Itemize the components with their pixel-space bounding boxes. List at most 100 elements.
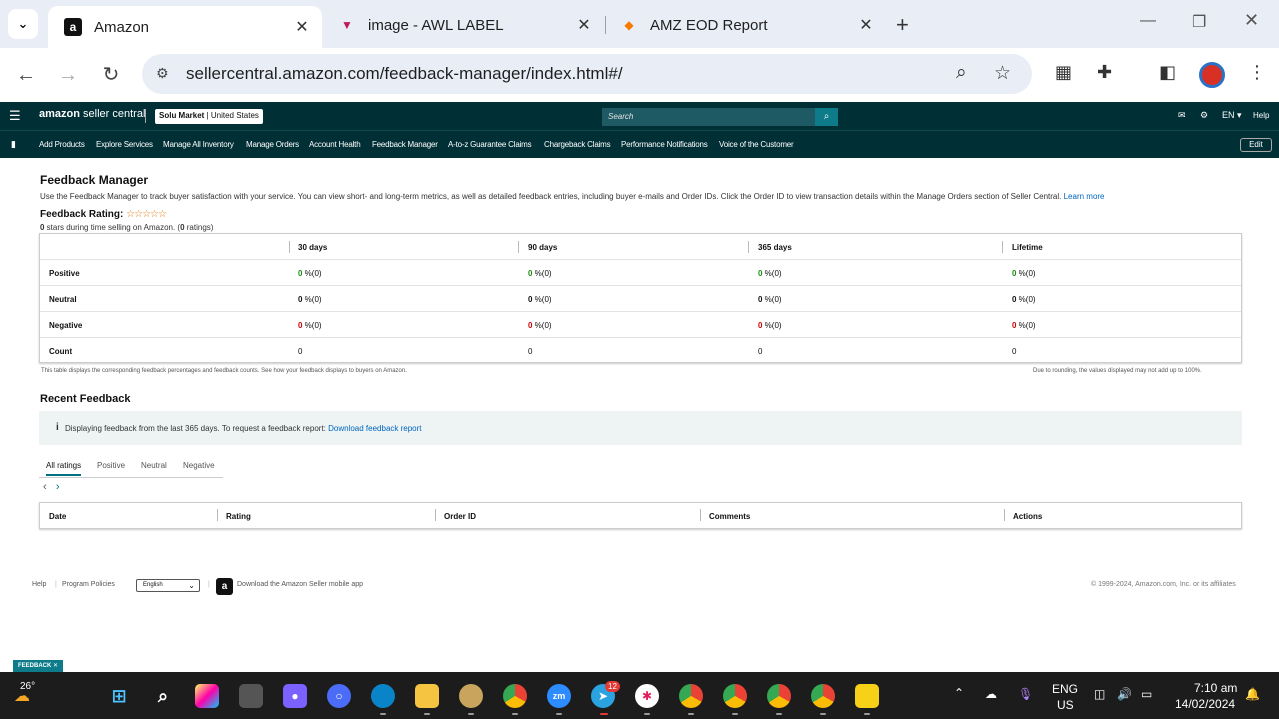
search-icon[interactable]: ⌕	[151, 684, 175, 708]
seller-central-logo[interactable]: amazon seller central	[39, 108, 145, 120]
close-tab-icon[interactable]: ✕	[856, 15, 876, 35]
search-icon[interactable]: ⌕	[815, 108, 838, 126]
task-view-icon[interactable]	[239, 684, 263, 708]
mail-icon[interactable]: ✉	[1178, 110, 1186, 121]
tab-neutral[interactable]: Neutral	[141, 461, 167, 470]
column-header-date[interactable]: Date	[49, 512, 66, 521]
search-input[interactable]: Search	[602, 108, 815, 126]
nav-manage-inventory[interactable]: Manage All Inventory	[163, 140, 234, 149]
tab-amazon[interactable]: a Amazon ✕	[48, 6, 322, 48]
language-indicator[interactable]: ENG	[1052, 682, 1078, 696]
edit-nav-button[interactable]: Edit	[1240, 138, 1272, 152]
tab-positive[interactable]: Positive	[97, 461, 125, 470]
settings-gear-icon[interactable]: ⚙	[1200, 110, 1208, 121]
minimize-icon[interactable]: —	[1140, 12, 1156, 30]
qr-extension-icon[interactable]: ▦	[1055, 62, 1072, 83]
bookmark-star-icon[interactable]: ☆	[994, 62, 1011, 85]
sticky-notes-icon[interactable]	[855, 684, 879, 708]
address-bar[interactable]: ⚙ sellercentral.amazon.com/feedback-mana…	[142, 54, 1032, 94]
clock-date[interactable]: 14/02/2024	[1175, 697, 1235, 711]
bookmark-icon[interactable]: ▮	[11, 139, 16, 150]
column-header-actions[interactable]: Actions	[1013, 512, 1042, 521]
app-icon[interactable]	[459, 684, 483, 708]
chevron-left-icon[interactable]: ‹	[43, 481, 47, 493]
language-region[interactable]: US	[1057, 698, 1074, 712]
column-header-comments[interactable]: Comments	[709, 512, 750, 521]
marketplace-switcher[interactable]: Solu Market | United States	[155, 109, 263, 124]
site-info-icon[interactable]: ⚙	[156, 65, 169, 82]
network-icon[interactable]: ◫	[1094, 687, 1105, 701]
tab-amz-eod-report[interactable]: ◆ AMZ EOD Report ✕	[604, 6, 886, 44]
tab-all-ratings[interactable]: All ratings	[46, 461, 82, 476]
table-cell: 0	[298, 347, 303, 356]
chevron-right-icon[interactable]: ›	[56, 481, 60, 493]
running-indicator	[732, 713, 738, 715]
side-panel-icon[interactable]: ◧	[1159, 62, 1176, 83]
chrome-profile-icon[interactable]	[811, 684, 835, 708]
nav-explore-services[interactable]: Explore Services	[96, 140, 153, 149]
notifications-bell-icon[interactable]: 🔔	[1245, 687, 1260, 701]
help-link[interactable]: Help	[1253, 111, 1269, 120]
download-app-link[interactable]: Download the Amazon Seller mobile app	[237, 581, 363, 588]
slack-icon[interactable]: ✱	[635, 684, 659, 708]
reload-icon[interactable]: ↻	[98, 62, 124, 88]
nav-manage-orders[interactable]: Manage Orders	[246, 140, 299, 149]
column-header-order-id[interactable]: Order ID	[444, 512, 476, 521]
download-report-link[interactable]: Download feedback report	[328, 424, 421, 433]
clock-time[interactable]: 7:10 am	[1194, 681, 1237, 695]
zoom-icon[interactable]: ⌕	[956, 62, 967, 84]
new-tab-icon[interactable]: +	[896, 12, 909, 38]
nav-add-products[interactable]: Add Products	[39, 140, 85, 149]
nav-performance-notifications[interactable]: Performance Notifications	[621, 140, 708, 149]
amazon-app-icon[interactable]: a	[216, 578, 233, 595]
close-window-icon[interactable]: ✕	[1244, 10, 1259, 31]
tab-awl-label[interactable]: ▼ image - AWL LABEL ✕	[322, 6, 604, 44]
profile-avatar[interactable]	[1199, 62, 1225, 88]
nav-chargeback-claims[interactable]: Chargeback Claims	[544, 140, 611, 149]
cell-suffix: %(0)	[302, 295, 322, 304]
volume-icon[interactable]: 🔊	[1117, 687, 1132, 701]
hamburger-menu-icon[interactable]: ☰	[9, 108, 21, 124]
start-windows-icon[interactable]: ⊞	[107, 684, 131, 708]
nav-account-health[interactable]: Account Health	[309, 140, 361, 149]
close-tab-icon[interactable]: ✕	[574, 15, 594, 35]
chrome-icon[interactable]	[503, 684, 527, 708]
chrome-profile-icon[interactable]	[767, 684, 791, 708]
restore-icon[interactable]: ❐	[1192, 12, 1206, 32]
onedrive-icon[interactable]: ☁	[985, 687, 997, 701]
learn-more-link[interactable]: Learn more	[1064, 192, 1105, 201]
teams-icon[interactable]: ●	[283, 684, 307, 708]
chrome-profile-icon[interactable]	[679, 684, 703, 708]
battery-icon[interactable]: ▭	[1141, 687, 1152, 701]
nav-a-to-z-claims[interactable]: A-to-z Guarantee Claims	[448, 140, 532, 149]
forward-icon[interactable]: →	[55, 62, 81, 88]
running-indicator	[864, 713, 870, 715]
feedback-badge[interactable]: FEEDBACK ✕	[13, 660, 64, 672]
chrome-profile-icon[interactable]	[723, 684, 747, 708]
weather-temp[interactable]: 26°	[20, 681, 35, 692]
footer-help-link[interactable]: Help	[32, 581, 46, 588]
copilot-icon[interactable]	[195, 684, 219, 708]
file-explorer-icon[interactable]	[415, 684, 439, 708]
back-icon[interactable]: ←	[13, 62, 39, 88]
zoom-app-icon[interactable]: zm	[547, 684, 571, 708]
language-select[interactable]: English ⌄	[136, 579, 200, 592]
chevron-up-icon[interactable]: ⌃	[954, 686, 964, 700]
url-text[interactable]: sellercentral.amazon.com/feedback-manage…	[186, 64, 623, 84]
close-tab-icon[interactable]: ✕	[292, 17, 312, 37]
menu-dots-icon[interactable]: ⋮	[1248, 62, 1266, 83]
program-policies-link[interactable]: Program Policies	[62, 581, 115, 588]
tab-negative[interactable]: Negative	[183, 461, 215, 470]
extensions-puzzle-icon[interactable]: ✚	[1097, 62, 1112, 83]
edge-icon[interactable]	[371, 684, 395, 708]
tab-search-button[interactable]: ⌄	[8, 9, 38, 39]
nav-voice-of-customer[interactable]: Voice of the Customer	[719, 140, 794, 149]
signal-icon[interactable]: ○	[327, 684, 351, 708]
close-icon[interactable]: ✕	[53, 663, 58, 669]
microphone-icon[interactable]: 🎙	[1018, 687, 1033, 701]
language-selector[interactable]: EN ▾	[1222, 110, 1242, 121]
tab-title: image - AWL LABEL	[368, 16, 504, 34]
pagination: ‹ ›	[43, 481, 60, 493]
nav-feedback-manager[interactable]: Feedback Manager	[372, 140, 438, 149]
column-header-rating[interactable]: Rating	[226, 512, 251, 521]
